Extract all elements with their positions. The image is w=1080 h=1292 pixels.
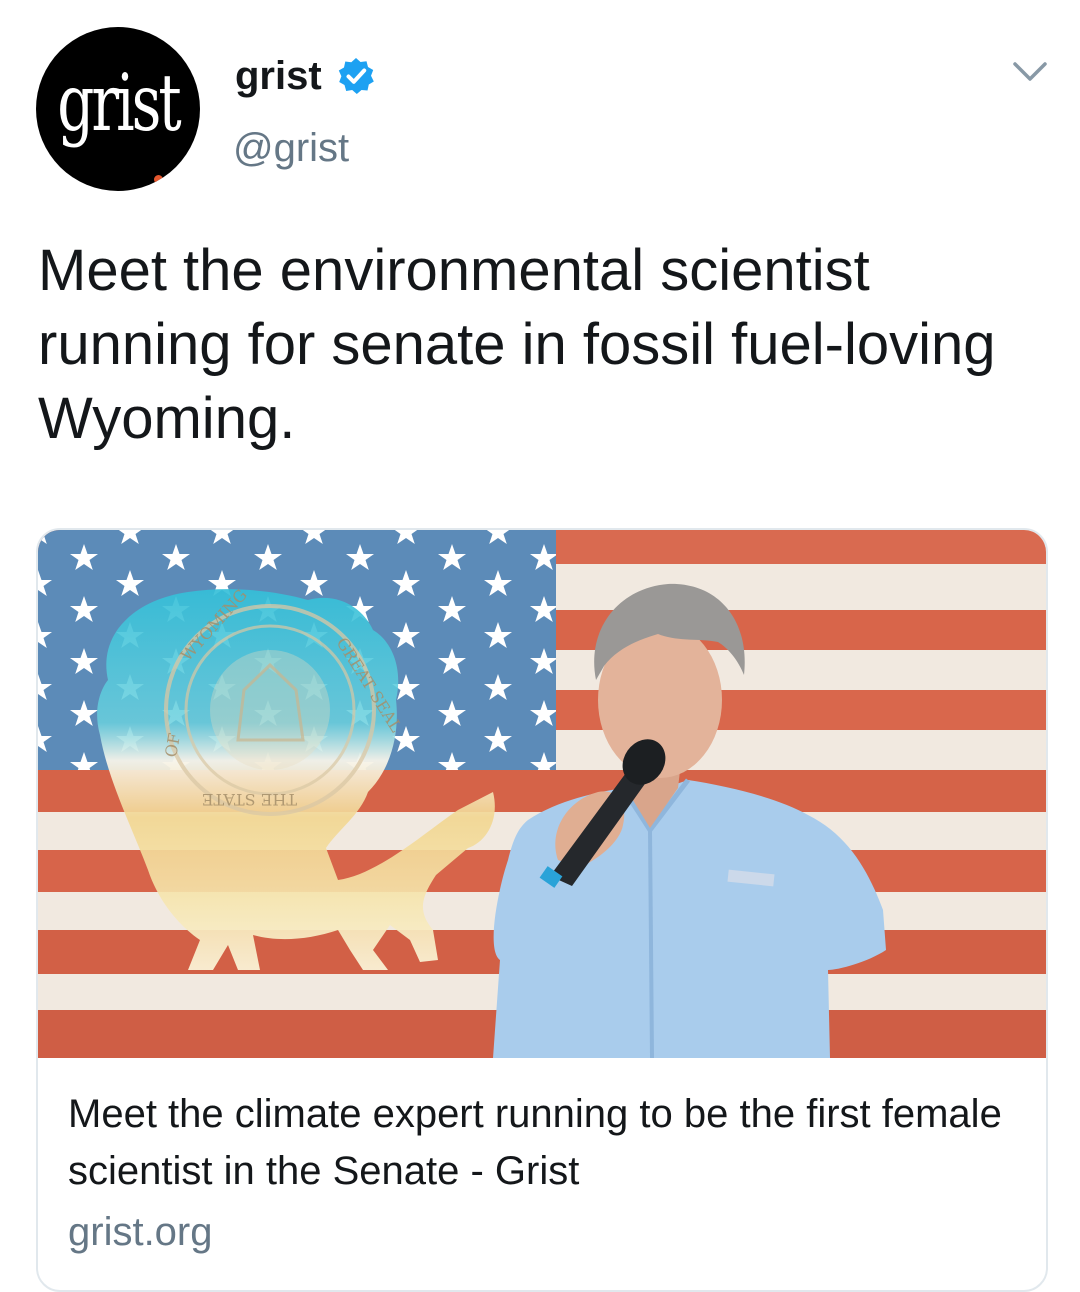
- seal-text-bottom: THE STATE: [202, 790, 297, 809]
- avatar[interactable]: grist: [36, 27, 200, 191]
- tweet-text: Meet the environmental scientist running…: [38, 238, 996, 451]
- card-title[interactable]: Meet the climate expert running to be th…: [68, 1086, 1028, 1200]
- card-domain[interactable]: grist.org: [68, 1210, 213, 1255]
- user-handle[interactable]: @grist: [233, 126, 349, 171]
- card-image[interactable]: WYOMING OF THE STATE GREAT SEAL: [38, 530, 1046, 1058]
- display-name-row[interactable]: grist: [235, 50, 376, 102]
- logo-dot: [154, 175, 163, 184]
- verified-badge-icon: [338, 58, 374, 94]
- grist-logo: grist: [57, 57, 181, 149]
- display-name[interactable]: grist: [235, 54, 322, 99]
- link-card[interactable]: WYOMING OF THE STATE GREAT SEAL Meet the…: [36, 528, 1048, 1292]
- tweet[interactable]: grist grist @grist Meet the environmenta…: [0, 0, 1080, 1292]
- chevron-down-icon[interactable]: [1012, 58, 1048, 86]
